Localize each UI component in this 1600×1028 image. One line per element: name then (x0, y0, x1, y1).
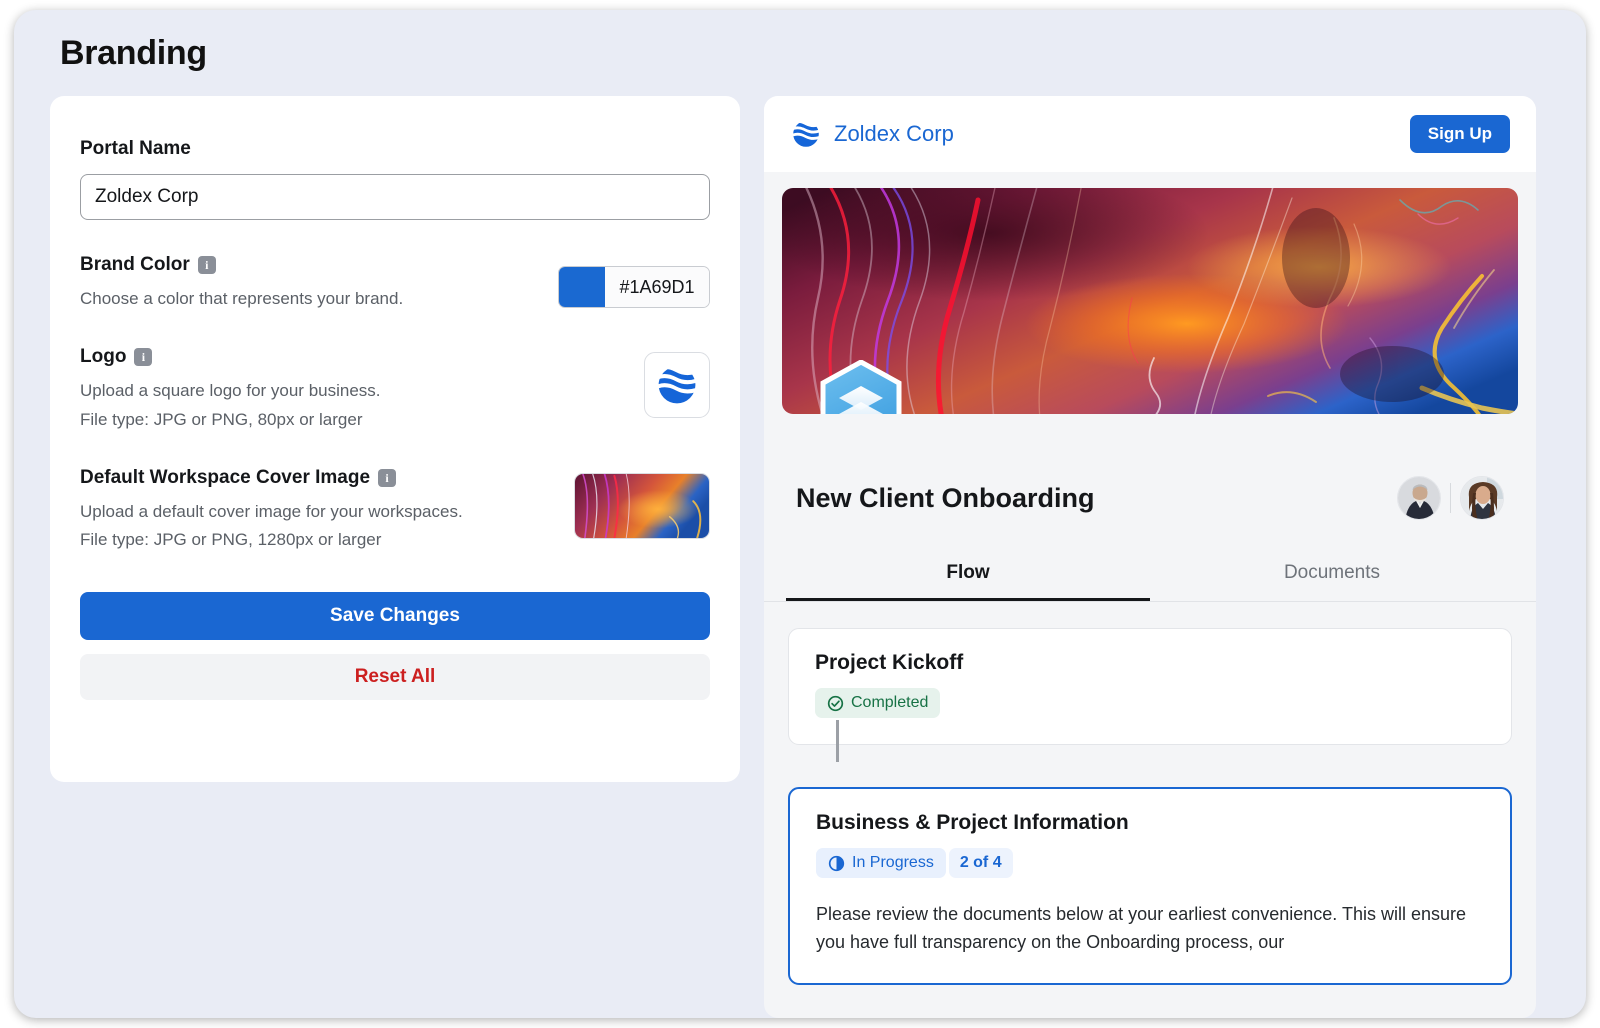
task-card-project-kickoff[interactable]: Project Kickoff Completed (788, 628, 1512, 745)
cover-image-upload-preview[interactable] (574, 473, 710, 539)
brand-color-row: Brand Color i Choose a color that repres… (80, 254, 710, 312)
info-icon[interactable]: i (378, 469, 396, 487)
task-progress-count: 2 of 4 (949, 848, 1013, 878)
sign-up-button[interactable]: Sign Up (1410, 115, 1510, 153)
preview-tabs: Flow Documents (764, 550, 1536, 602)
portal-preview-card: Zoldex Corp Sign Up (764, 96, 1536, 1018)
branding-form-card: Portal Name Brand Color i Choose a color… (50, 96, 740, 782)
cover-image-thumbnail (575, 474, 709, 538)
tab-documents[interactable]: Documents (1150, 550, 1514, 601)
info-icon[interactable]: i (198, 256, 216, 274)
cover-image-description-1: Upload a default cover image for your wo… (80, 499, 574, 525)
avatar[interactable] (1397, 476, 1441, 520)
app-window: Branding Portal Name Brand Color i Choos… (14, 10, 1586, 1018)
tab-flow[interactable]: Flow (786, 550, 1150, 601)
page-title: Branding (60, 34, 207, 73)
half-circle-progress-icon (828, 855, 845, 872)
workspace-title-row: New Client Onboarding (764, 476, 1536, 520)
color-swatch[interactable] (559, 267, 605, 307)
color-hex-value[interactable]: #1A69D1 (605, 267, 709, 307)
logo-label-text: Logo (80, 346, 126, 368)
avatar-divider (1450, 483, 1451, 513)
brand-color-label: Brand Color i (80, 254, 558, 276)
wave-globe-logo-icon (790, 118, 822, 150)
portal-name-label: Portal Name (80, 138, 710, 160)
portal-name-label-text: Portal Name (80, 138, 191, 160)
brand-color-label-text: Brand Color (80, 254, 190, 276)
avatar[interactable] (1460, 476, 1504, 520)
logo-description-1: Upload a square logo for your business. (80, 378, 644, 404)
cover-image-label: Default Workspace Cover Image i (80, 467, 574, 489)
cover-image-row: Default Workspace Cover Image i Upload a… (80, 467, 710, 554)
wave-globe-logo-icon (654, 362, 700, 408)
check-circle-icon (827, 695, 844, 712)
avatar-man (1398, 477, 1441, 520)
workspace-avatars (1397, 476, 1504, 520)
workspace-badge (818, 360, 904, 414)
logo-upload-preview[interactable] (644, 352, 710, 418)
cover-image-label-text: Default Workspace Cover Image (80, 467, 370, 489)
avatar-woman (1461, 477, 1504, 520)
task-card-business-project-information[interactable]: Business & Project Information In Progre… (788, 787, 1512, 985)
logo-row: Logo i Upload a square logo for your bus… (80, 346, 710, 433)
preview-brand: Zoldex Corp (790, 118, 954, 150)
flow-list: Project Kickoff Completed Business & Pro… (764, 602, 1536, 985)
task-title: Business & Project Information (816, 811, 1484, 835)
stacked-layers-icon (818, 360, 904, 414)
cover-image-description-2: File type: JPG or PNG, 1280px or larger (80, 527, 574, 553)
preview-brand-name: Zoldex Corp (834, 121, 954, 147)
cover-image-area (764, 172, 1536, 414)
status-badge-label: Completed (851, 694, 928, 712)
workspace-title: New Client Onboarding (796, 483, 1095, 514)
portal-name-input[interactable] (80, 174, 710, 220)
reset-all-button[interactable]: Reset All (80, 654, 710, 700)
info-icon[interactable]: i (134, 348, 152, 366)
logo-description-2: File type: JPG or PNG, 80px or larger (80, 407, 644, 433)
task-description: Please review the documents below at you… (816, 900, 1484, 957)
flow-connector (836, 720, 839, 762)
workspace-cover-image (782, 188, 1518, 414)
save-changes-button[interactable]: Save Changes (80, 592, 710, 640)
status-badge-label: In Progress (852, 854, 934, 872)
preview-header: Zoldex Corp Sign Up (764, 96, 1536, 172)
task-title: Project Kickoff (815, 651, 1485, 675)
status-badge: In Progress (816, 848, 946, 878)
brand-color-description: Choose a color that represents your bran… (80, 286, 558, 312)
logo-label: Logo i (80, 346, 644, 368)
brand-color-picker[interactable]: #1A69D1 (558, 266, 710, 308)
task-status-row: Completed (815, 688, 1485, 718)
status-badge: Completed (815, 688, 940, 718)
task-status-row: In Progress 2 of 4 (816, 848, 1484, 878)
